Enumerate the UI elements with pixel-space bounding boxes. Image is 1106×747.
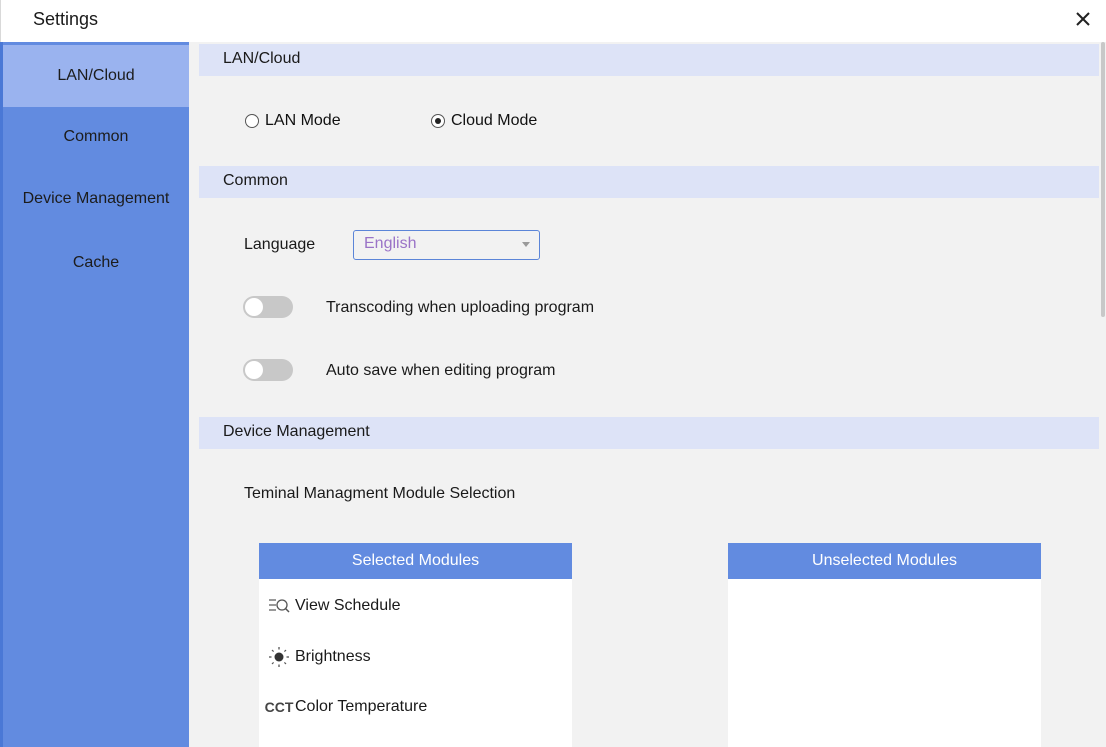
scrollbar-thumb[interactable] bbox=[1101, 42, 1105, 317]
unselected-modules-header: Unselected Modules bbox=[728, 543, 1041, 579]
cloud-mode-radio[interactable]: Cloud Mode bbox=[431, 112, 537, 130]
window-title: Settings bbox=[33, 9, 99, 29]
autosave-label: Auto save when editing program bbox=[326, 362, 556, 379]
selected-modules-list[interactable]: Selected Modules View Schedule Brightnes… bbox=[259, 543, 572, 747]
section-header-lan-cloud: LAN/Cloud bbox=[199, 44, 1099, 76]
autosave-toggle[interactable] bbox=[243, 359, 293, 381]
close-button[interactable] bbox=[1067, 4, 1099, 36]
brightness-icon bbox=[267, 647, 291, 667]
sidebar-item-label: Cache bbox=[72, 254, 120, 271]
lan-mode-label: LAN Mode bbox=[265, 112, 341, 129]
section-header-common: Common bbox=[199, 166, 1099, 198]
lan-mode-radio[interactable]: LAN Mode bbox=[245, 112, 341, 130]
module-item-label: Brightness bbox=[295, 648, 371, 665]
toggle-knob bbox=[245, 298, 263, 316]
sidebar-item-common[interactable]: Common bbox=[3, 106, 189, 168]
module-item-brightness[interactable]: Brightness bbox=[259, 642, 572, 672]
unselected-modules-list[interactable]: Unselected Modules bbox=[728, 543, 1041, 747]
sidebar-item-device-management[interactable]: Device Management bbox=[3, 168, 189, 230]
selected-modules-header: Selected Modules bbox=[259, 543, 572, 579]
module-item-view-schedule[interactable]: View Schedule bbox=[259, 591, 572, 621]
sidebar: LAN/Cloud Common Device Management Cache bbox=[0, 42, 189, 747]
sidebar-item-cache[interactable]: Cache bbox=[3, 232, 189, 294]
language-value: English bbox=[364, 235, 417, 252]
module-selection-label: Teminal Managment Module Selection bbox=[244, 485, 516, 502]
cloud-mode-label: Cloud Mode bbox=[451, 112, 538, 129]
vertical-scrollbar[interactable] bbox=[1099, 42, 1106, 747]
sidebar-item-label: Common bbox=[63, 128, 129, 145]
close-icon bbox=[1076, 12, 1090, 26]
chevron-down-icon bbox=[522, 242, 530, 247]
title-bar: Settings bbox=[0, 0, 1106, 42]
module-item-label: Color Temperature bbox=[295, 698, 428, 715]
sidebar-item-label: Device Management bbox=[22, 190, 170, 207]
settings-content: LAN/Cloud LAN Mode Cloud Mode Common Lan… bbox=[189, 42, 1099, 747]
radio-unchecked-icon bbox=[245, 114, 259, 128]
sidebar-item-lan-cloud[interactable]: LAN/Cloud bbox=[3, 45, 189, 107]
transcoding-toggle[interactable] bbox=[243, 296, 293, 318]
module-item-color-temperature[interactable]: CCT Color Temperature bbox=[259, 692, 572, 722]
section-header-device-management: Device Management bbox=[199, 417, 1099, 449]
language-select[interactable]: English bbox=[353, 230, 540, 260]
module-item-label: View Schedule bbox=[295, 597, 401, 614]
language-label: Language bbox=[244, 236, 316, 253]
radio-checked-icon bbox=[431, 114, 445, 128]
view-schedule-icon bbox=[267, 596, 291, 616]
toggle-knob bbox=[245, 361, 263, 379]
sidebar-item-label: LAN/Cloud bbox=[57, 67, 135, 84]
color-temperature-icon: CCT bbox=[264, 699, 294, 715]
transcoding-label: Transcoding when uploading program bbox=[326, 299, 595, 316]
